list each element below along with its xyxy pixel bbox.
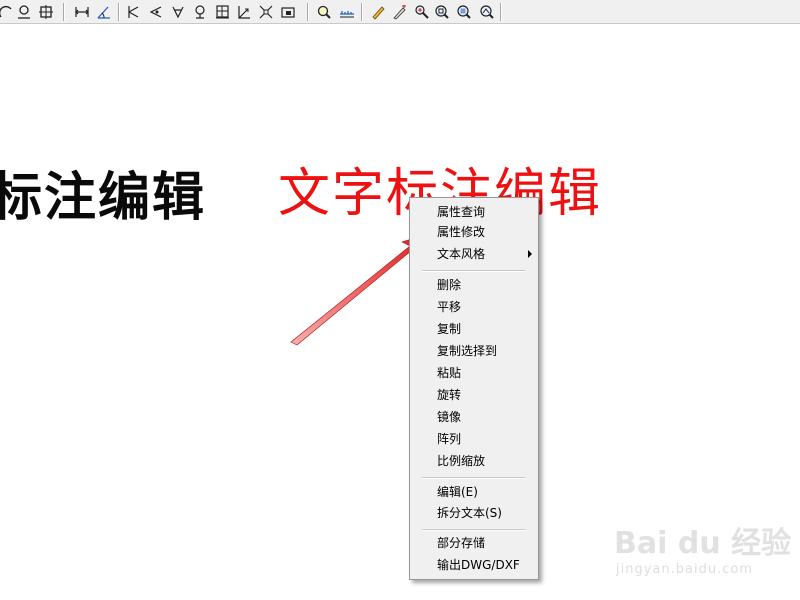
toolbar-separator — [307, 3, 309, 21]
menu-item-partial-save[interactable]: 部分存储 — [412, 533, 536, 553]
menu-item-label: 删除 — [437, 278, 462, 292]
radius-icon[interactable] — [168, 2, 187, 21]
menu-item-label: 旋转 — [437, 388, 462, 402]
watermark: Bai du 经验 jingyan.baidu.com — [612, 512, 791, 582]
grid-icon[interactable] — [212, 2, 231, 21]
toolbar-separator — [500, 3, 502, 21]
menu-item-text-style[interactable]: 文本风格 — [412, 244, 536, 264]
zoom-in-icon[interactable] — [432, 2, 451, 21]
menu-item-label: 输出DWG/DXF — [437, 558, 520, 572]
coordinate-icon[interactable] — [234, 2, 253, 21]
menu-item-label: 部分存储 — [437, 536, 486, 550]
menu-item-array[interactable]: 阵列 — [412, 429, 536, 449]
menu-item-paste[interactable]: 粘贴 — [412, 363, 536, 383]
menu-item-label: 平移 — [437, 300, 462, 314]
zoom-window-icon[interactable] — [454, 2, 473, 21]
expand-icon[interactable] — [256, 2, 275, 21]
menu-item-copy[interactable]: 复制 — [412, 319, 536, 339]
menu-item-delete[interactable]: 删除 — [412, 275, 536, 295]
menu-item-rotate[interactable]: 旋转 — [412, 385, 536, 405]
pencil-icon[interactable] — [368, 2, 387, 21]
menu-separator — [422, 270, 525, 272]
menu-item-export-dwg-dxf[interactable]: 输出DWG/DXF — [412, 555, 536, 575]
menu-item-split-text[interactable]: 拆分文本(S) — [412, 503, 536, 523]
menu-item-label: 复制 — [437, 322, 462, 336]
query-icon[interactable] — [314, 2, 333, 21]
menu-item-label: 镜像 — [437, 410, 462, 424]
menu-item-label: 阵列 — [437, 432, 462, 446]
menu-item-property-query[interactable]: 属性查询 — [412, 202, 536, 222]
toolbar-separator — [118, 3, 120, 21]
menu-item-label: 文本风格 — [437, 247, 486, 261]
watermark-logo: Bai du 经验 — [614, 526, 792, 561]
menu-item-move[interactable]: 平移 — [412, 297, 536, 317]
menu-item-property-modify[interactable]: 属性修改 — [412, 222, 536, 242]
curve-icon[interactable] — [14, 2, 33, 21]
angle-dimension-icon[interactable] — [94, 2, 113, 21]
menu-item-label: 粘贴 — [437, 366, 462, 380]
pointer-arrow — [290, 231, 435, 346]
ruler-icon[interactable] — [337, 2, 356, 21]
watermark-url: jingyan.baidu.com — [616, 562, 753, 577]
magic-pencil-icon[interactable] — [390, 2, 409, 21]
menu-item-mirror[interactable]: 镜像 — [412, 407, 536, 427]
menu-item-label: 属性查询 — [437, 205, 486, 219]
menu-item-scale[interactable]: 比例缩放 — [412, 451, 536, 471]
menu-item-label: 编辑(E) — [437, 485, 478, 499]
horizontal-dimension-icon[interactable] — [72, 2, 91, 21]
zoom-all-icon[interactable] — [477, 2, 496, 21]
menu-separator — [422, 477, 525, 479]
menu-item-label: 属性修改 — [437, 225, 486, 239]
menu-separator — [422, 529, 525, 531]
toolbar-separator — [63, 3, 65, 21]
diameter-icon[interactable] — [190, 2, 209, 21]
angle-mark-icon[interactable] — [146, 2, 165, 21]
menu-item-copy-selection-to[interactable]: 复制选择到 — [412, 341, 536, 361]
toolbar — [0, 0, 800, 24]
menu-item-label: 拆分文本(S) — [437, 506, 502, 520]
arc-dimension-icon[interactable] — [124, 2, 143, 21]
context-menu: 属性查询 属性修改 文本风格 删除 平移 复制 复制选择到 粘贴 旋转 镜像 阵… — [409, 197, 539, 580]
menu-item-edit[interactable]: 编辑(E) — [412, 482, 536, 502]
menu-item-label: 复制选择到 — [437, 344, 498, 358]
toolbar-separator — [361, 3, 363, 21]
view-box-icon[interactable] — [278, 2, 297, 21]
canvas-text-black[interactable]: 标注编辑 — [0, 172, 206, 224]
submenu-arrow-icon — [528, 250, 532, 258]
menu-item-label: 比例缩放 — [437, 454, 486, 468]
dimension-icon[interactable] — [0, 2, 15, 21]
frame-icon[interactable] — [36, 2, 55, 21]
zoom-pan-icon[interactable] — [412, 2, 431, 21]
